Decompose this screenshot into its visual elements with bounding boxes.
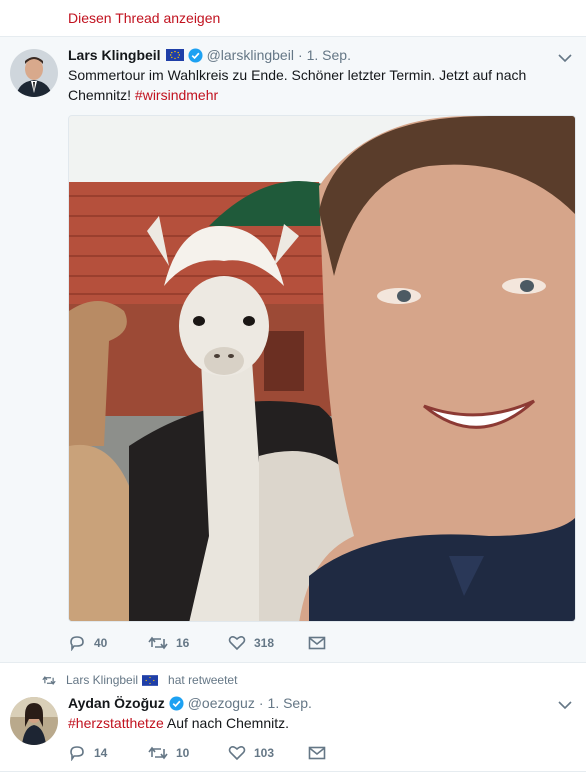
verified-icon bbox=[188, 47, 203, 63]
heart-icon bbox=[228, 746, 246, 761]
retweet-icon bbox=[148, 636, 168, 650]
chevron-down-icon[interactable] bbox=[558, 700, 572, 710]
reply-count: 40 bbox=[94, 636, 108, 650]
retweet-count: 16 bbox=[176, 636, 190, 650]
tweet-actions: 40 16 318 bbox=[68, 635, 388, 651]
like-count: 318 bbox=[254, 636, 275, 650]
avatar-aydan-ozoguz[interactable] bbox=[10, 697, 58, 745]
retweet-icon bbox=[42, 675, 56, 685]
retweet-button[interactable]: 10 bbox=[148, 745, 228, 761]
tweet-text-body: Auf nach Chemnitz. bbox=[163, 715, 290, 731]
author-name[interactable]: Aydan Özoğuz bbox=[68, 695, 165, 711]
retweet-context-label: hat retweetet bbox=[168, 673, 238, 687]
hashtag-link[interactable]: #wirsindmehr bbox=[135, 87, 218, 103]
reply-button[interactable]: 14 bbox=[68, 745, 148, 761]
hashtag-link[interactable]: #herzstatthetze bbox=[68, 715, 164, 731]
retweeter-name[interactable]: Lars Klingbeil bbox=[66, 673, 138, 687]
show-thread-link[interactable]: Diesen Thread anzeigen bbox=[68, 10, 220, 26]
reply-icon bbox=[70, 746, 84, 761]
tweet-aydan-ozoguz[interactable]: Lars Klingbeil hat retweetet Aydan Özoğu… bbox=[0, 663, 586, 772]
mail-icon bbox=[308, 746, 326, 760]
direct-message-button[interactable] bbox=[308, 636, 388, 650]
tweet-lars-klingbeil[interactable]: Lars Klingbeil @larsklingbeil · 1. Sep. bbox=[0, 37, 586, 663]
like-button[interactable]: 103 bbox=[228, 745, 308, 761]
direct-message-button[interactable] bbox=[308, 746, 388, 760]
retweet-icon bbox=[148, 746, 168, 760]
eu-flag-icon bbox=[165, 49, 184, 61]
retweet-count: 10 bbox=[176, 746, 190, 760]
tweet-timestamp[interactable]: 1. Sep. bbox=[268, 695, 312, 711]
reply-icon bbox=[70, 636, 84, 651]
tweet-timestamp[interactable]: 1. Sep. bbox=[307, 47, 351, 63]
separator-dot: · bbox=[258, 695, 264, 711]
author-handle[interactable]: @larsklingbeil bbox=[207, 47, 294, 63]
retweet-context: Lars Klingbeil hat retweetet bbox=[42, 673, 237, 687]
reply-button[interactable]: 40 bbox=[68, 635, 148, 651]
timeline: Diesen Thread anzeigen Lars Klingbeil @l… bbox=[0, 0, 586, 772]
tweet-photo[interactable] bbox=[68, 115, 576, 622]
chevron-down-icon[interactable] bbox=[558, 53, 572, 63]
mail-icon bbox=[308, 636, 326, 650]
reply-count: 14 bbox=[94, 746, 108, 760]
verified-icon bbox=[169, 695, 184, 711]
retweet-button[interactable]: 16 bbox=[148, 635, 228, 651]
author-name[interactable]: Lars Klingbeil bbox=[68, 47, 161, 63]
tweet-actions: 14 10 103 bbox=[68, 745, 388, 761]
tweet-header: Aydan Özoğuz @oezoguz · 1. Sep. bbox=[68, 693, 556, 713]
like-count: 103 bbox=[254, 746, 275, 760]
heart-icon bbox=[228, 636, 246, 651]
tweet-text: #herzstatthetze Auf nach Chemnitz. bbox=[68, 713, 566, 733]
eu-flag-icon bbox=[142, 674, 159, 686]
author-handle[interactable]: @oezoguz bbox=[188, 695, 255, 711]
tweet-text: Sommertour im Wahlkreis zu Ende. Schöner… bbox=[68, 65, 566, 105]
tweet-header: Lars Klingbeil @larsklingbeil · 1. Sep. bbox=[68, 45, 556, 65]
like-button[interactable]: 318 bbox=[228, 635, 308, 651]
thread-link-bar: Diesen Thread anzeigen bbox=[0, 0, 586, 37]
separator-dot: · bbox=[297, 47, 303, 63]
avatar-lars-klingbeil[interactable] bbox=[10, 49, 58, 97]
